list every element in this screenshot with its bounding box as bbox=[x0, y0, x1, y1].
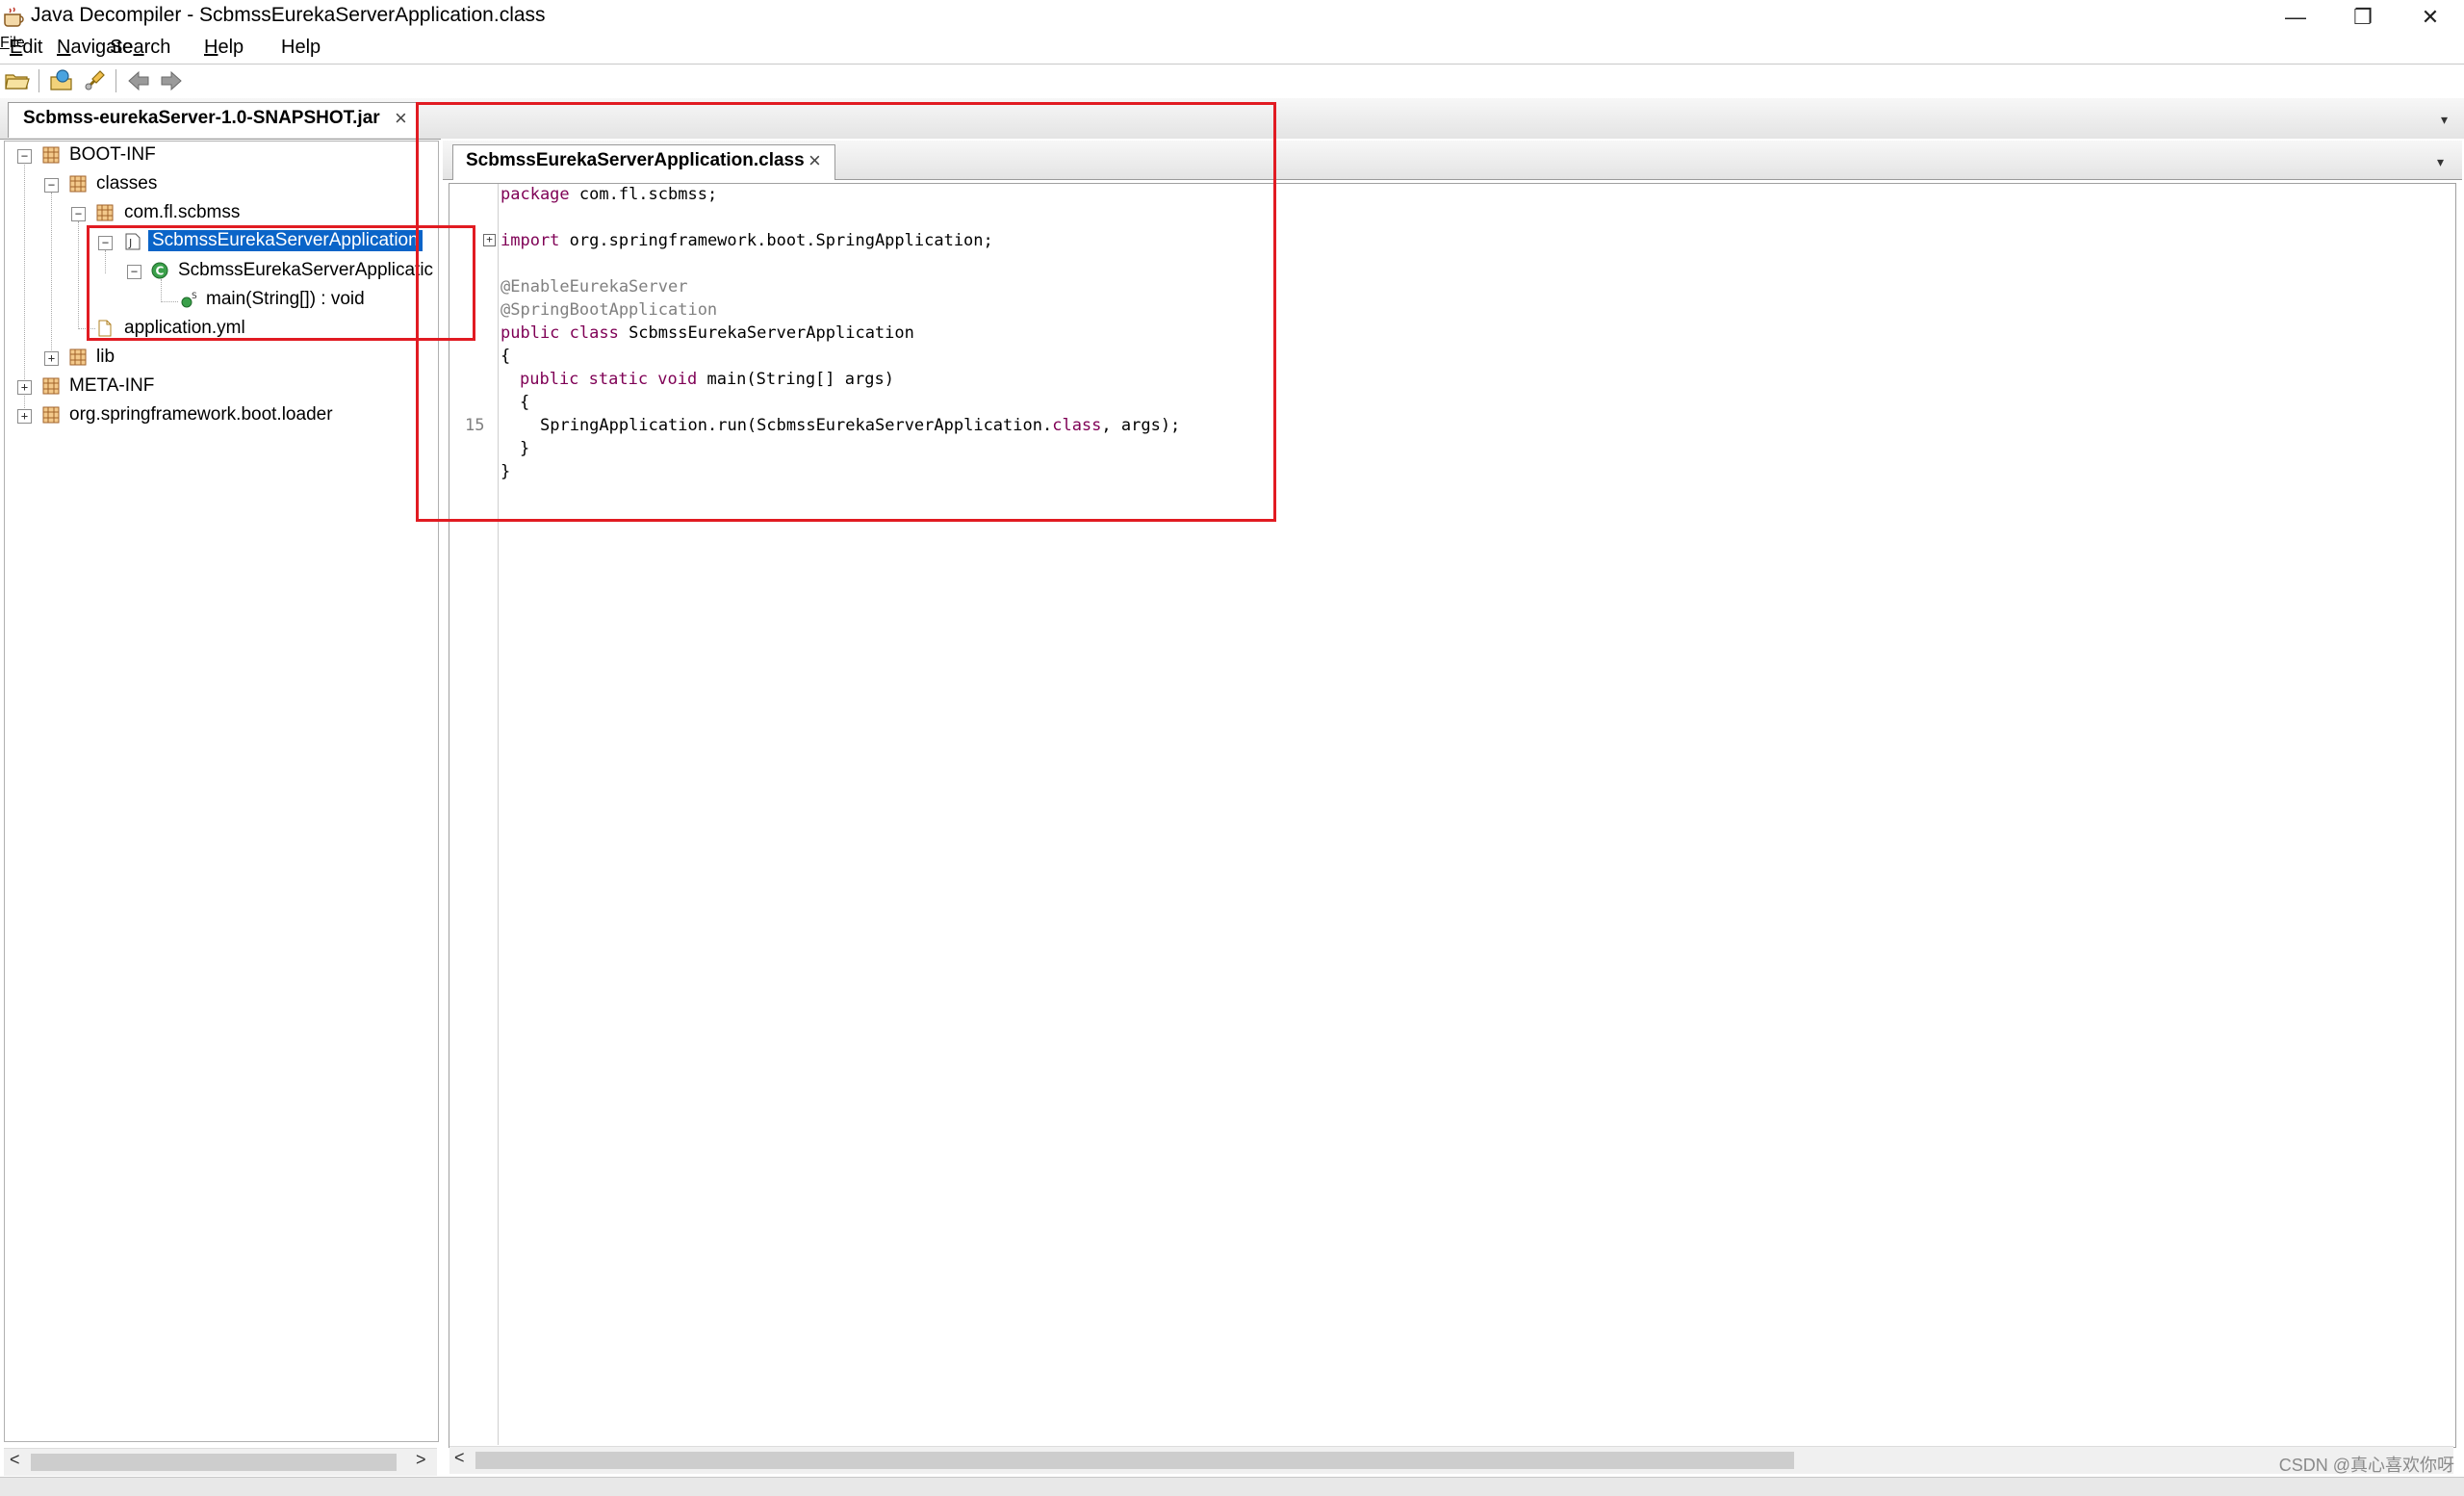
expander-expand[interactable]: + bbox=[17, 380, 32, 395]
editor-tab-list-dropdown-icon[interactable]: ▾ bbox=[2437, 154, 2444, 170]
menu-file[interactable]: Edit bbox=[10, 37, 42, 59]
expander-collapse[interactable]: − bbox=[71, 207, 86, 221]
expander-expand[interactable]: + bbox=[44, 351, 59, 366]
open-type-icon[interactable] bbox=[48, 67, 75, 94]
toolbar-separator bbox=[38, 69, 39, 92]
package-icon bbox=[42, 146, 60, 164]
package-icon bbox=[69, 348, 87, 366]
expander-expand[interactable]: + bbox=[17, 409, 32, 424]
tree-node-com-fl-scbmss[interactable]: com.fl.scbmss bbox=[124, 202, 240, 223]
search-icon[interactable] bbox=[81, 67, 108, 94]
forward-icon[interactable] bbox=[158, 67, 185, 94]
scroll-right-arrow-icon[interactable]: > bbox=[416, 1450, 426, 1470]
open-file-icon[interactable] bbox=[4, 67, 31, 94]
app-icon bbox=[4, 7, 24, 27]
scroll-thumb[interactable] bbox=[31, 1454, 397, 1471]
menu-search[interactable]: Help bbox=[204, 37, 244, 59]
tree-connector bbox=[78, 221, 79, 329]
editor-scroll-thumb[interactable] bbox=[475, 1452, 1794, 1469]
menu-help[interactable]: Help bbox=[281, 37, 321, 59]
window-title: Java Decompiler - ScbmssEurekaServerAppl… bbox=[31, 4, 546, 26]
tree-node-boot-inf[interactable]: BOOT-INF bbox=[69, 144, 156, 166]
tree-connector bbox=[51, 193, 52, 358]
scroll-left-arrow-icon[interactable]: < bbox=[10, 1450, 20, 1470]
expander-collapse[interactable]: − bbox=[44, 178, 59, 193]
tab-jar-label: Scbmss-eurekaServer-1.0-SNAPSHOT.jar bbox=[23, 108, 380, 128]
menu-navigate[interactable]: Search bbox=[110, 37, 170, 59]
expander-collapse[interactable]: − bbox=[17, 149, 32, 164]
tab-list-dropdown-icon[interactable]: ▾ bbox=[2441, 112, 2448, 128]
close-jar-tab-icon[interactable]: × bbox=[395, 106, 407, 131]
toolbar bbox=[0, 64, 2464, 100]
menu-bar: File bbox=[0, 35, 2464, 64]
package-icon bbox=[96, 204, 114, 221]
tree-connector bbox=[24, 162, 25, 416]
watermark: CSDN @真心喜欢你呀 bbox=[2278, 1456, 2454, 1475]
package-icon bbox=[42, 406, 60, 424]
close-window-button[interactable]: ✕ bbox=[2397, 0, 2464, 35]
package-icon bbox=[42, 377, 60, 395]
package-icon bbox=[69, 175, 87, 193]
tree-node-spring-boot-loader[interactable]: org.springframework.boot.loader bbox=[69, 404, 333, 426]
status-bar bbox=[0, 1477, 2464, 1496]
editor-scroll-left-arrow-icon[interactable]: < bbox=[454, 1448, 465, 1468]
tree-node-classes[interactable]: classes bbox=[96, 173, 157, 194]
highlight-box-code bbox=[416, 102, 1276, 522]
minimize-button[interactable]: — bbox=[2262, 0, 2329, 35]
tree-node-meta-inf[interactable]: META-INF bbox=[69, 375, 154, 397]
tree-node-lib[interactable]: lib bbox=[96, 347, 115, 368]
restore-button[interactable]: ❐ bbox=[2329, 0, 2397, 35]
back-icon[interactable] bbox=[125, 67, 152, 94]
